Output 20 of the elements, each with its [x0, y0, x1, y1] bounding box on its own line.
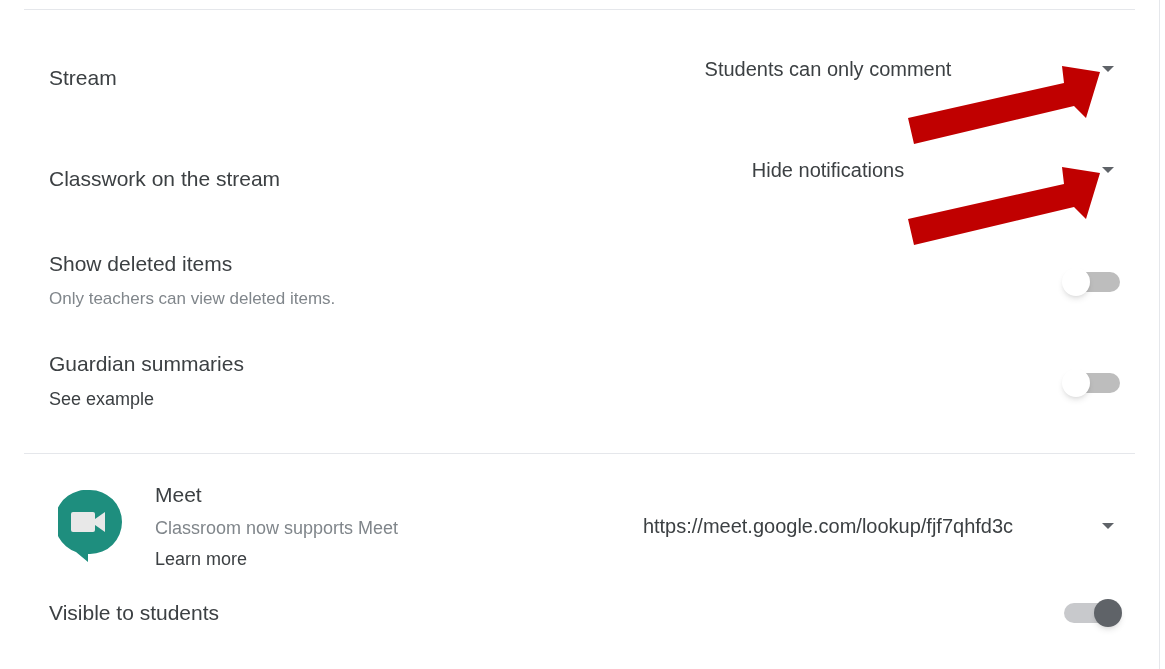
- toggle-switch[interactable]: [1062, 369, 1122, 397]
- setting-label: Guardian summaries: [49, 351, 244, 378]
- video-chat-icon: [58, 490, 122, 562]
- dropdown[interactable]: Hide notifications: [580, 150, 1120, 190]
- caret-icon: [1102, 167, 1114, 173]
- meet-title: Meet: [155, 482, 203, 509]
- meet-description: Classroom now supports Meet: [155, 516, 399, 540]
- setting-label: Visible to students: [49, 600, 220, 627]
- dropdown[interactable]: Students can only comment: [580, 49, 1120, 89]
- setting-description: Only teachers can view deleted items.: [49, 287, 336, 310]
- toggle-switch[interactable]: [1062, 599, 1122, 627]
- toggle-switch[interactable]: [1062, 268, 1122, 296]
- setting-label: Classwork on the stream: [49, 165, 281, 192]
- setting-label: Stream: [49, 64, 117, 91]
- caret-icon: [1102, 66, 1114, 72]
- learn-more-link[interactable]: Learn more: [155, 545, 399, 573]
- dropdown[interactable]: https://meet.google.com/lookup/fjf7qhfd3c: [580, 506, 1120, 546]
- setting-label: Show deleted items: [49, 251, 234, 277]
- caret-icon: [1102, 523, 1114, 529]
- example-link[interactable]: See example: [49, 385, 244, 413]
